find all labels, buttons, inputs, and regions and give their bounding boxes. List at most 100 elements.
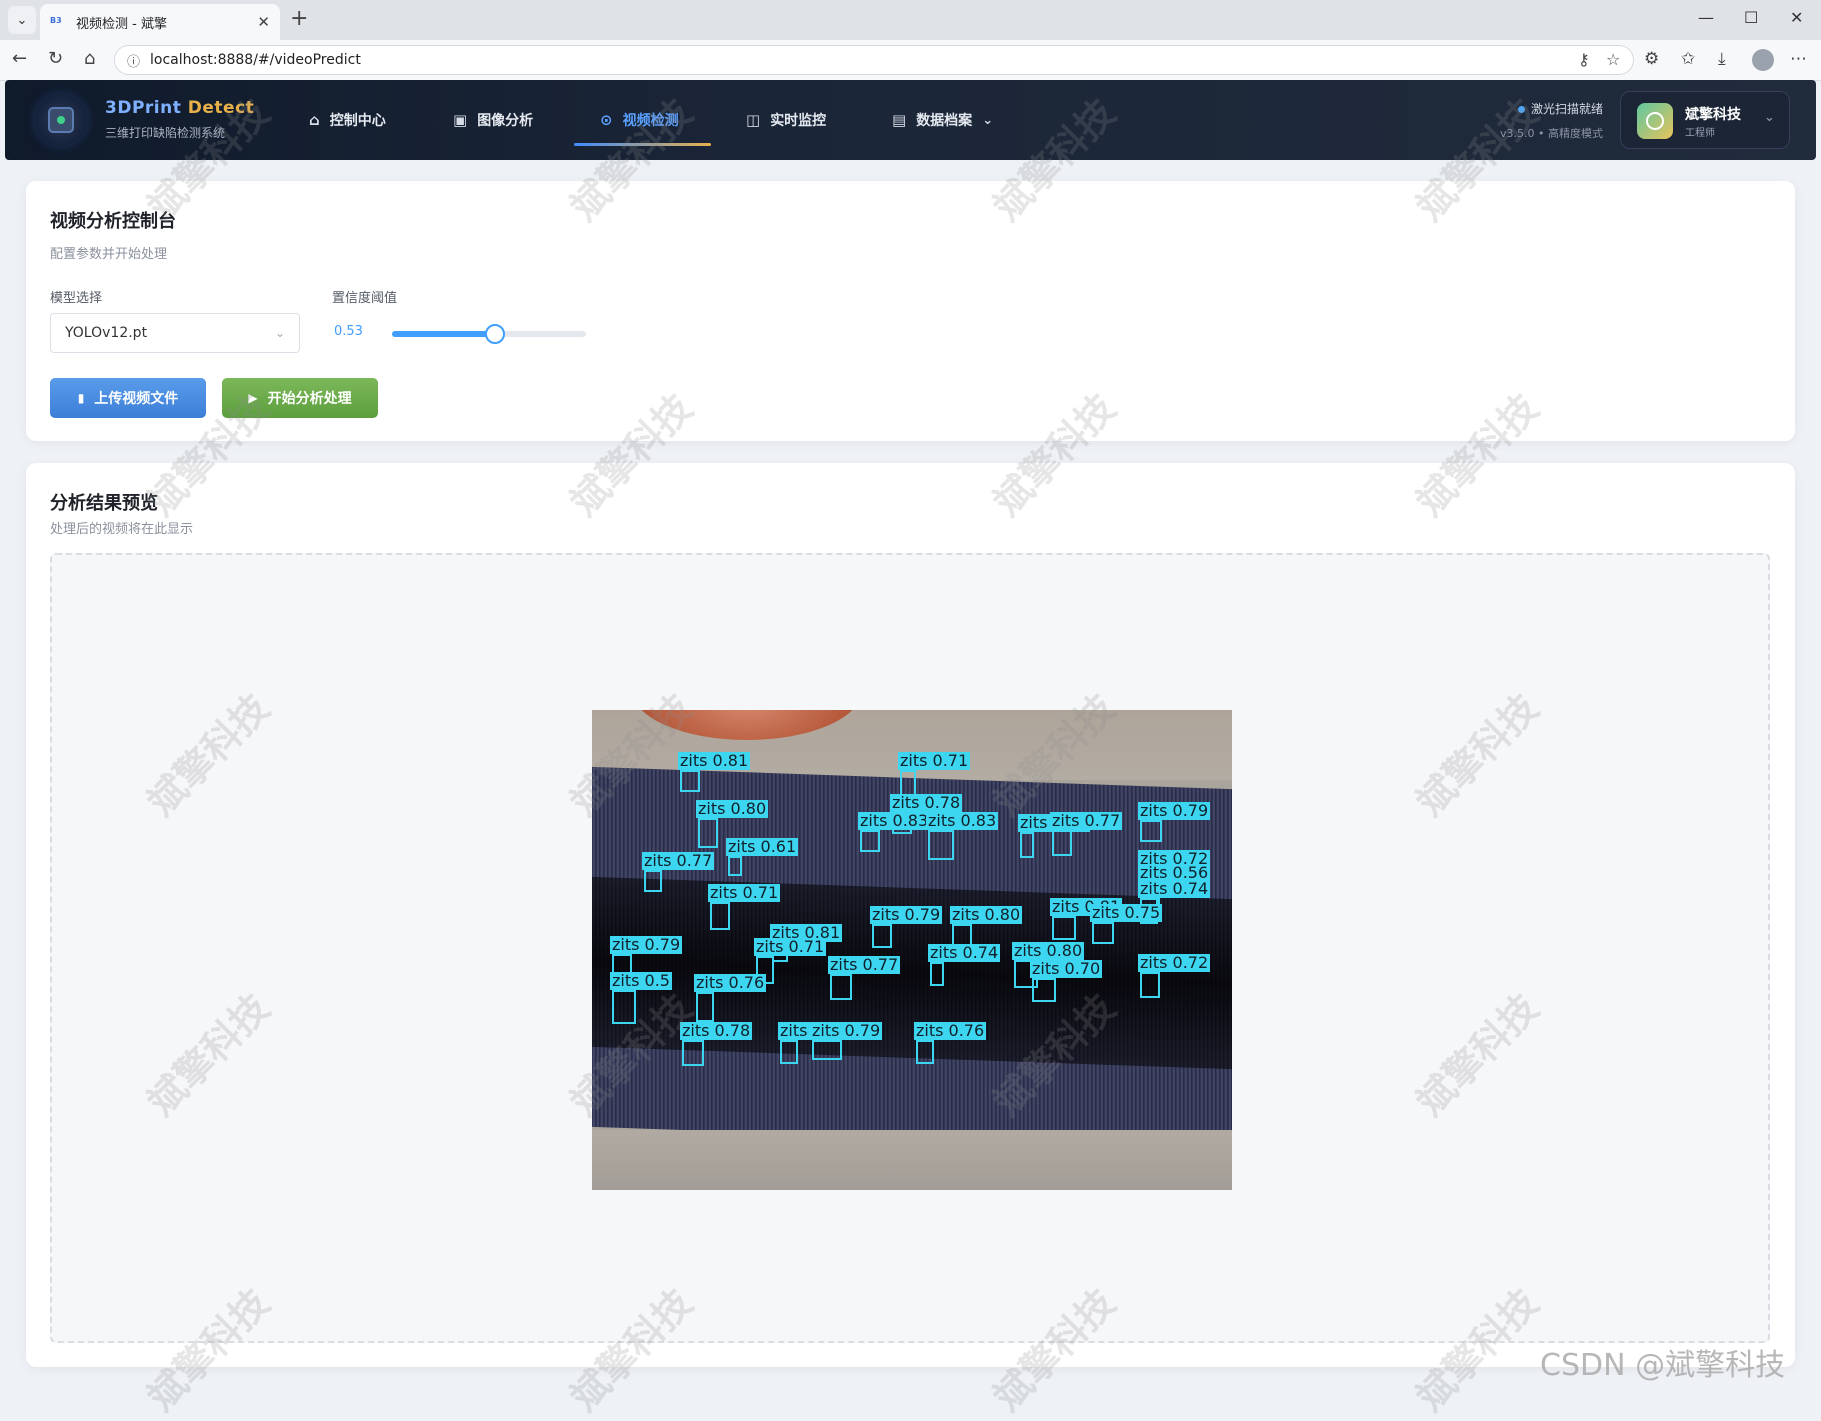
app-header: 3DPrint Detect 三维打印缺陷检测系统 ⌂ 控制中心 ▣ 图像分析 …	[5, 80, 1816, 160]
brand-accent: Detect	[187, 98, 255, 118]
detection-label: zits 0.80	[696, 799, 769, 818]
start-analysis-button[interactable]: ▶ 开始分析处理	[222, 378, 378, 418]
detection-label: zits 0.77	[642, 851, 715, 870]
address-bar: ← ↻ ⌂ ⓘ localhost:8888/#/videoPredict ⚷ …	[0, 40, 1821, 81]
logo-chip-icon	[48, 107, 74, 133]
new-tab-icon[interactable]: +	[290, 8, 308, 30]
key-icon[interactable]: ⚷	[1578, 50, 1590, 69]
browser-tabstrip: ⌄ B3 视频检测 - 斌擎 ✕ + — ☐ ✕	[0, 0, 1821, 41]
confidence-slider-handle[interactable]	[484, 324, 505, 344]
preview-subtitle: 处理后的视频将在此显示	[50, 522, 194, 537]
control-panel-subtitle: 配置参数并开始处理	[50, 247, 168, 262]
nav-label: 数据档案	[916, 113, 973, 129]
model-select-label: 模型选择	[50, 291, 103, 306]
detection-box	[812, 1040, 842, 1060]
result-video[interactable]: zits 0.81 zits 0.71 zits 0.80 zits 0.78 zits…	[592, 710, 1232, 1190]
tab-search-button[interactable]: ⌄	[8, 6, 36, 34]
detection-box	[698, 818, 718, 848]
detection-label: zits 0.81	[678, 751, 751, 770]
detection-box	[696, 992, 714, 1022]
csdn-watermark: CSDN @斌擎科技	[1540, 1348, 1786, 1383]
status-version: v3.5.0 • 高精度模式	[1500, 127, 1603, 140]
user-menu[interactable]: 斌擎科技 工程师 ⌄	[1620, 91, 1790, 149]
nav-item-video-detection[interactable]: ⊙ 视频检测	[600, 80, 679, 160]
model-select[interactable]: YOLOv12.pt ⌄	[50, 313, 300, 353]
document-icon: ▤	[892, 111, 907, 129]
favorite-star-icon[interactable]: ☆	[1606, 50, 1620, 69]
detection-label: zits 0.70	[1030, 959, 1103, 978]
upload-video-button[interactable]: ▮ 上传视频文件	[50, 378, 206, 418]
detection-label: zits 0.71	[754, 937, 827, 956]
status-text: 激光扫描就绪	[1530, 102, 1603, 116]
detection-box	[1052, 830, 1072, 856]
chevron-down-icon: ⌄	[274, 326, 285, 340]
tab-title: 视频检测 - 斌擎	[76, 16, 167, 32]
close-window-icon[interactable]: ✕	[1790, 8, 1803, 27]
nav-label: 视频检测	[622, 113, 679, 129]
home-icon: ⌂	[309, 111, 320, 129]
brand-subtitle: 三维打印缺陷检测系统	[105, 126, 226, 140]
preview-card: 分析结果预览 处理后的视频将在此显示 zits 0.81 zits 0.71 zit…	[26, 463, 1795, 1367]
confidence-label: 置信度阈值	[332, 291, 398, 306]
detection-box	[930, 962, 944, 986]
site-info-icon[interactable]: ⓘ	[127, 51, 140, 70]
detection-box	[1092, 922, 1114, 944]
control-panel-card: 视频分析控制台 配置参数并开始处理 模型选择 YOLOv12.pt ⌄ 置信度阈…	[26, 181, 1795, 441]
detection-box	[680, 770, 700, 792]
detection-box	[644, 870, 662, 892]
file-icon: ▮	[77, 391, 85, 405]
play-icon: ▶	[248, 391, 258, 405]
detection-box	[1032, 978, 1056, 1002]
detection-label: zits 0.5	[610, 971, 672, 990]
reload-icon[interactable]: ↻	[48, 49, 63, 69]
nav-label: 图像分析	[477, 113, 534, 129]
app-logo	[35, 94, 87, 146]
detection-box	[916, 1040, 934, 1064]
detection-box	[1020, 832, 1034, 858]
detection-label: zits 0.79	[610, 935, 683, 954]
video-background-bottom	[592, 1130, 1232, 1190]
close-tab-icon[interactable]: ✕	[257, 13, 270, 31]
active-nav-indicator	[574, 143, 711, 146]
url-field[interactable]: ⓘ localhost:8888/#/videoPredict	[114, 45, 1634, 75]
upload-button-label: 上传视频文件	[94, 391, 179, 407]
nav-item-control-center[interactable]: ⌂ 控制中心	[309, 80, 386, 160]
detection-box	[1140, 820, 1162, 842]
detection-label: zits 0.79	[870, 905, 943, 924]
detection-label: zits 0.80	[950, 905, 1023, 924]
preview-area: zits 0.81 zits 0.71 zits 0.80 zits 0.78 zits…	[50, 553, 1770, 1343]
detection-box	[612, 990, 636, 1024]
chevron-down-icon: ⌄	[16, 12, 28, 28]
nav-item-image-analysis[interactable]: ▣ 图像分析	[453, 80, 533, 160]
more-menu-icon[interactable]: ⋯	[1790, 49, 1807, 69]
detection-label: zits 0.61	[726, 837, 799, 856]
browser-tab-active[interactable]: B3 视频检测 - 斌擎 ✕	[40, 4, 280, 40]
back-icon[interactable]: ←	[12, 49, 27, 69]
profile-avatar-icon[interactable]	[1752, 49, 1774, 71]
favorites-icon[interactable]: ✩	[1681, 49, 1695, 69]
detection-box	[780, 1040, 798, 1064]
preview-title: 分析结果预览	[50, 493, 158, 514]
detection-label: zits 0.83	[858, 811, 931, 830]
extensions-icon[interactable]: ⚙	[1644, 49, 1659, 69]
detection-label: zits 0.77	[1050, 811, 1123, 830]
detection-label: zits 0.76	[694, 973, 767, 992]
detection-box	[682, 1040, 704, 1066]
nav-item-realtime-monitor[interactable]: ◫ 实时监控	[746, 80, 826, 160]
detection-box	[860, 830, 880, 852]
detection-box	[872, 924, 892, 948]
nav-item-data-archive[interactable]: ▤ 数据档案 ⌄	[892, 80, 993, 160]
home-icon[interactable]: ⌂	[84, 49, 95, 69]
minimize-icon[interactable]: —	[1698, 8, 1714, 27]
user-avatar-icon	[1637, 103, 1673, 139]
maximize-icon[interactable]: ☐	[1744, 8, 1758, 27]
confidence-slider[interactable]	[392, 324, 586, 344]
nav-label: 控制中心	[329, 113, 386, 129]
detection-label: zits 0.78	[680, 1021, 753, 1040]
download-icon[interactable]: ⤓	[1718, 49, 1726, 69]
status-dot-icon	[1517, 106, 1525, 113]
camera-icon: ◫	[746, 111, 761, 129]
detection-label: zits 0.78	[890, 793, 963, 812]
detection-label: zits 0.75	[1090, 903, 1163, 922]
detection-box	[1140, 972, 1160, 998]
